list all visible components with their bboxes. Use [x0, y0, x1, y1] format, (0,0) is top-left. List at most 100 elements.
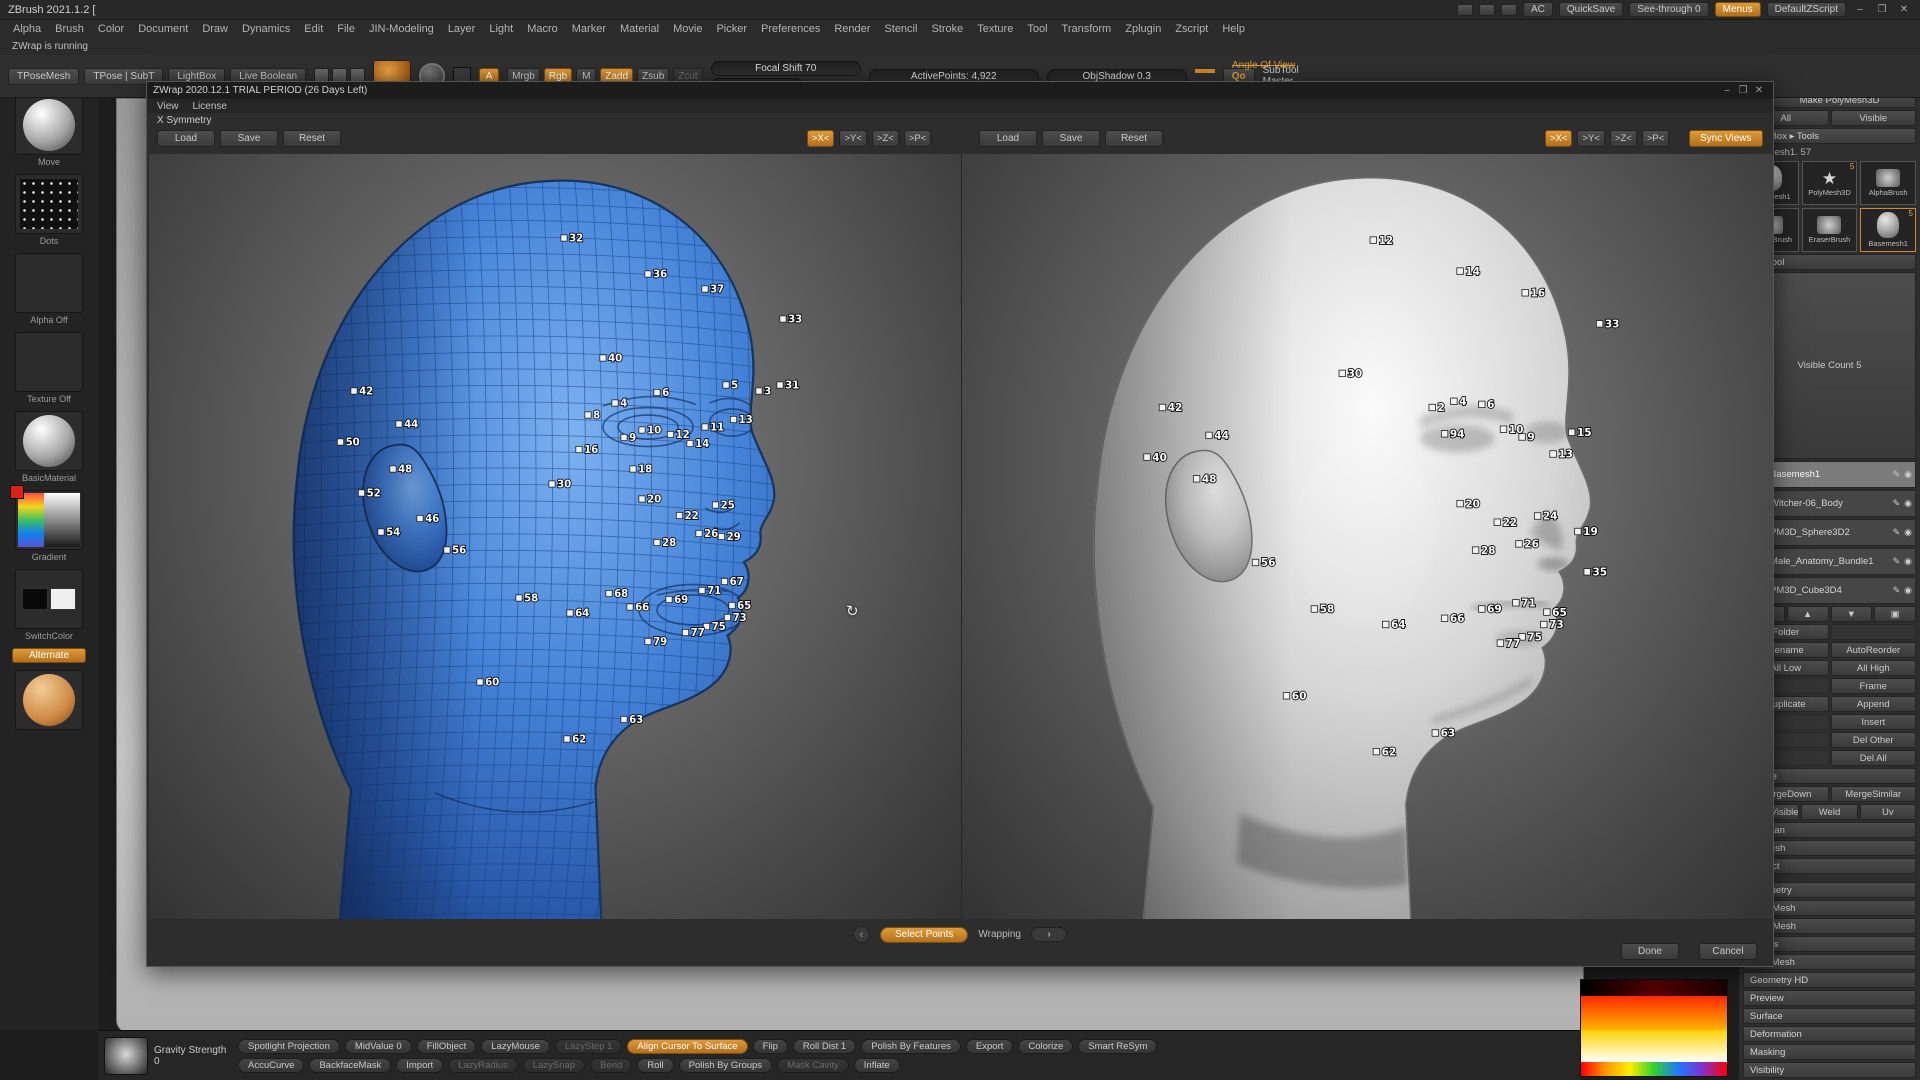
correspondence-point[interactable] [1596, 321, 1603, 328]
eye-icon[interactable]: ◉ [1904, 556, 1912, 567]
prev-step-arrow[interactable]: ‹ [853, 926, 870, 943]
menu-transform[interactable]: Transform [1055, 23, 1119, 35]
correspondence-point[interactable] [1143, 454, 1150, 461]
axis-left-z[interactable]: >Z< [872, 130, 899, 147]
titlebar-quicksave[interactable]: QuickSave [1559, 2, 1623, 17]
correspondence-point[interactable] [682, 629, 688, 635]
correspondence-point[interactable] [1193, 476, 1200, 483]
layout-icon[interactable] [1457, 4, 1473, 16]
menu-texture[interactable]: Texture [970, 23, 1020, 35]
zwrap-titlebar[interactable]: ZWrap 2020.12.1 TRIAL PERIOD (26 Days Le… [147, 82, 1773, 99]
bottom-spotlight-projection[interactable]: Spotlight Projection [238, 1039, 340, 1054]
correspondence-point[interactable] [645, 271, 651, 277]
section-visibility[interactable]: Visibility [1743, 1062, 1916, 1078]
menu-preferences[interactable]: Preferences [754, 23, 827, 35]
menu-movie[interactable]: Movie [666, 23, 709, 35]
correspondence-point[interactable] [1497, 640, 1504, 647]
correspondence-point[interactable] [639, 496, 645, 502]
screen-icon[interactable] [1479, 4, 1495, 16]
correspondence-point[interactable] [627, 604, 633, 610]
correspondence-point[interactable] [645, 638, 651, 644]
bottom-roll[interactable]: Roll [637, 1058, 673, 1073]
correspondence-point[interactable] [606, 590, 612, 596]
tool-thumb-eraserbrush[interactable]: EraserBrush [1802, 208, 1858, 252]
correspondence-point[interactable] [621, 434, 627, 440]
correspondence-point[interactable] [396, 421, 402, 427]
bottom-accucurve[interactable]: AccuCurve [238, 1058, 304, 1073]
correspondence-point[interactable] [1283, 693, 1290, 700]
correspondence-point[interactable] [1500, 426, 1507, 433]
gravity-strength-slider[interactable]: Gravity Strength 0 [154, 1045, 228, 1067]
axis-right-p[interactable]: >P< [1642, 130, 1669, 147]
close-icon[interactable]: ✕ [1751, 85, 1767, 96]
zwrap-left-load[interactable]: Load [157, 130, 215, 147]
zwrap-mid-save[interactable]: Save [1042, 130, 1100, 147]
correspondence-point[interactable] [1534, 513, 1541, 520]
correspondence-point[interactable] [1583, 569, 1590, 576]
correspondence-point[interactable] [667, 431, 673, 437]
correspondence-point[interactable] [1252, 559, 1259, 566]
bottom-colorize[interactable]: Colorize [1018, 1039, 1073, 1054]
correspondence-point[interactable] [390, 466, 396, 472]
section-deformation[interactable]: Deformation [1743, 1026, 1916, 1042]
bottom-midvalue-0[interactable]: MidValue 0 [345, 1039, 412, 1054]
shelf-switchcolor-thumb[interactable] [15, 569, 83, 629]
shelf-alpha-off-thumb[interactable] [15, 253, 83, 313]
palette-mergesimilar[interactable]: MergeSimilar [1831, 786, 1917, 802]
menu-brush[interactable]: Brush [48, 23, 91, 35]
palette-frame[interactable]: Frame [1831, 678, 1917, 694]
alpha-thumbnail[interactable] [104, 1037, 148, 1075]
correspondence-point[interactable] [1370, 237, 1377, 244]
alternate-button[interactable]: Alternate [12, 648, 86, 663]
menu-layer[interactable]: Layer [441, 23, 483, 35]
correspondence-point[interactable] [639, 427, 645, 433]
shelf-dots-thumb[interactable] [15, 174, 83, 234]
palette-del-all[interactable]: Del All [1831, 750, 1917, 766]
tool-thumb-polymesh3d[interactable]: ★PolyMesh3D5 [1802, 161, 1858, 205]
correspondence-point[interactable] [756, 388, 762, 394]
menu-tool[interactable]: Tool [1020, 23, 1054, 35]
palette-item[interactable]: ▼ [1831, 606, 1873, 622]
correspondence-point[interactable] [702, 424, 708, 430]
correspondence-point[interactable] [378, 529, 384, 535]
correspondence-point[interactable] [337, 439, 343, 445]
paint-icon[interactable]: ✎ [1893, 527, 1901, 538]
bottom-export[interactable]: Export [966, 1039, 1013, 1054]
tool-thumb-basemesh1[interactable]: Basemesh15 [1860, 208, 1916, 252]
axis-right-x[interactable]: >X< [1545, 130, 1572, 147]
axis-right-y[interactable]: >Y< [1577, 130, 1604, 147]
zwrap-mid-load[interactable]: Load [979, 130, 1037, 147]
correspondence-point[interactable] [1494, 519, 1501, 526]
correspondence-point[interactable] [723, 382, 729, 388]
focal-shift-slider[interactable]: Focal Shift 70 [711, 61, 861, 76]
menu-file[interactable]: File [330, 23, 362, 35]
menu-render[interactable]: Render [827, 23, 877, 35]
titlebar-see-through-0[interactable]: See-through 0 [1629, 2, 1708, 17]
correspondence-point[interactable] [1521, 290, 1528, 297]
viewport-target-mesh[interactable]: 1214163330246941091315194248444056582022… [962, 154, 1774, 919]
shelf-texture-off-thumb[interactable] [15, 332, 83, 392]
palette-item[interactable]: ▲ [1787, 606, 1829, 622]
toolbar-tposemesh[interactable]: TPoseMesh [8, 68, 79, 85]
correspondence-point[interactable] [676, 512, 682, 518]
menu-edit[interactable]: Edit [297, 23, 330, 35]
viewport-source-mesh[interactable]: 3236373331534869101211131416184030202225… [149, 154, 961, 919]
correspondence-point[interactable] [585, 412, 591, 418]
titlebar-menus[interactable]: Menus [1715, 2, 1761, 17]
select-points-button[interactable]: Select Points [880, 927, 968, 943]
white-swatch[interactable] [50, 588, 76, 610]
correspondence-point[interactable] [1543, 609, 1550, 616]
titlebar-ac[interactable]: AC [1523, 2, 1553, 17]
palette-icon[interactable] [1501, 4, 1517, 16]
menu-stencil[interactable]: Stencil [877, 23, 924, 35]
correspondence-point[interactable] [654, 539, 660, 545]
correspondence-point[interactable] [477, 679, 483, 685]
shelf-item-thumb[interactable] [15, 670, 83, 730]
menu-dynamics[interactable]: Dynamics [235, 23, 297, 35]
correspondence-point[interactable] [1518, 434, 1525, 441]
correspondence-point[interactable] [1568, 429, 1575, 436]
minimize-icon[interactable]: – [1719, 85, 1735, 96]
correspondence-point[interactable] [621, 716, 627, 722]
correspondence-point[interactable] [654, 389, 660, 395]
menu-picker[interactable]: Picker [709, 23, 754, 35]
